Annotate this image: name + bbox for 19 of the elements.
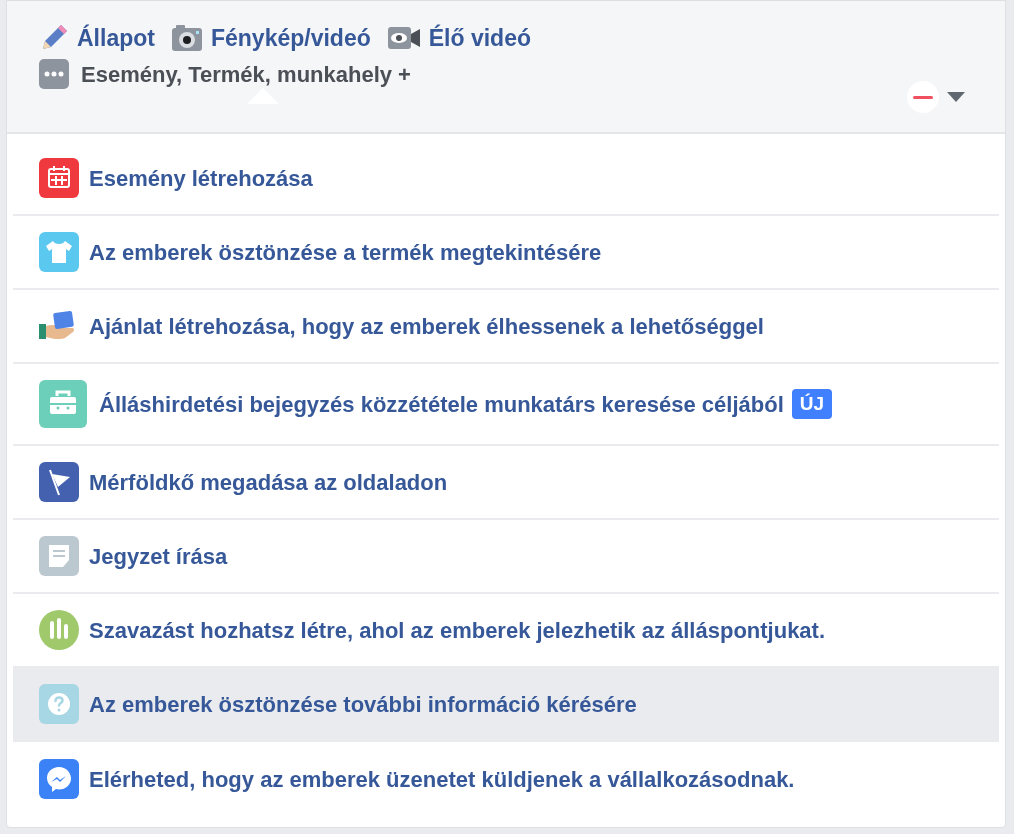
- camera-icon: [170, 24, 203, 53]
- video-camera-icon: [386, 26, 421, 51]
- composer-tab[interactable]: Élő videó: [428, 21, 531, 56]
- t-shirt-icon: [39, 232, 79, 272]
- menu-item[interactable]: Az emberek ösztönzése további információ kérésére: [13, 668, 999, 742]
- more-icon: [39, 59, 69, 89]
- bar-chart-icon: [39, 610, 79, 650]
- page-avatar[interactable]: [907, 81, 939, 113]
- briefcase-icon: [39, 380, 87, 428]
- more-options-link[interactable]: Esemény, Termék, munkahely +: [81, 57, 411, 91]
- composer-tab[interactable]: Állapot: [77, 21, 155, 56]
- messenger-icon: [39, 759, 79, 799]
- flag-icon: [39, 462, 79, 502]
- note-icon: [39, 536, 79, 576]
- composer-tab[interactable]: Fénykép/videó: [210, 21, 371, 56]
- caret-icon[interactable]: [947, 92, 965, 102]
- new-badge: ÚJ: [791, 388, 833, 420]
- calendar-icon: [39, 158, 79, 198]
- question-mark-icon: [39, 684, 79, 724]
